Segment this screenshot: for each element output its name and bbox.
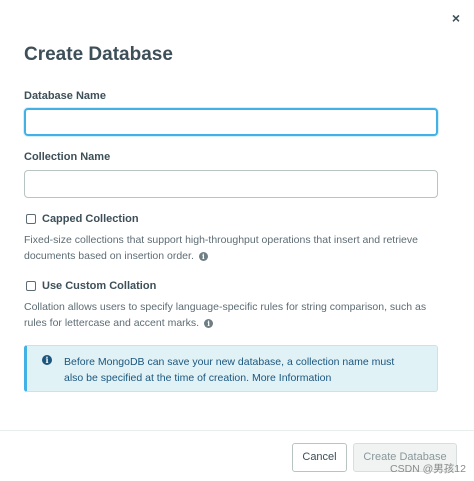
- info-icon[interactable]: i: [198, 251, 208, 261]
- custom-collation-option[interactable]: Use Custom Collation: [26, 280, 156, 292]
- footer-divider: [0, 430, 474, 431]
- custom-collation-label: Use Custom Collation: [42, 280, 157, 292]
- capped-collection-option[interactable]: Capped Collection: [26, 213, 139, 225]
- info-banner: i Before MongoDB can save your new datab…: [24, 345, 438, 392]
- close-icon[interactable]: ×: [448, 10, 464, 26]
- custom-collation-description: Collation allows users to specify langua…: [24, 299, 444, 331]
- database-name-label: Database Name: [24, 90, 106, 102]
- custom-collation-checkbox[interactable]: [26, 281, 36, 291]
- info-circle-icon: i: [42, 355, 52, 365]
- more-information-link[interactable]: More Information: [252, 372, 331, 384]
- database-name-input[interactable]: [24, 108, 438, 136]
- capped-collection-description: Fixed-size collections that support high…: [24, 232, 444, 264]
- info-icon[interactable]: i: [204, 318, 214, 328]
- watermark: CSDN @男孩12: [389, 463, 466, 475]
- capped-collection-checkbox[interactable]: [26, 214, 36, 224]
- create-database-dialog: × Create Database Database Name Collecti…: [0, 0, 474, 481]
- custom-collation-description-text: Collation allows users to specify langua…: [24, 301, 427, 329]
- capped-collection-description-text: Fixed-size collections that support high…: [24, 234, 418, 262]
- capped-collection-label: Capped Collection: [42, 213, 139, 225]
- info-banner-message: Before MongoDB can save your new databas…: [64, 356, 395, 384]
- dialog-title: Create Database: [24, 44, 173, 65]
- info-banner-text: Before MongoDB can save your new databas…: [64, 354, 414, 386]
- cancel-button[interactable]: Cancel: [292, 443, 347, 472]
- collection-name-label: Collection Name: [24, 151, 111, 163]
- collection-name-input[interactable]: [24, 170, 438, 198]
